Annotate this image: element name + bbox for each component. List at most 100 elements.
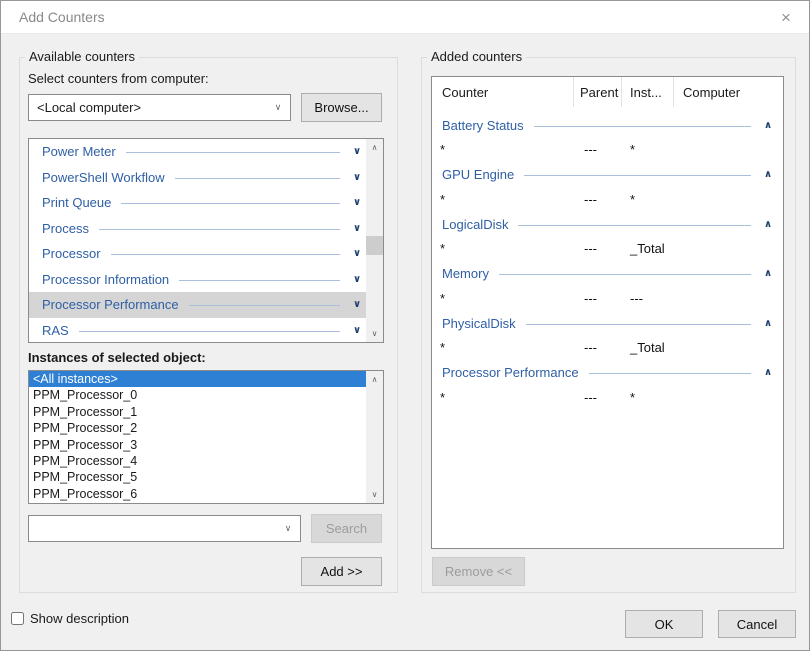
instances-scrollbar[interactable]: ∧ ∨: [366, 371, 383, 503]
cancel-button[interactable]: Cancel: [718, 610, 796, 638]
counters-list-items: Power Meter ∨ PowerShell Workflow ∨ Prin…: [29, 139, 366, 343]
instance-list-item[interactable]: PPM_Processor_0: [29, 387, 366, 403]
chevron-down-icon[interactable]: ∨: [276, 523, 300, 534]
scroll-up-icon[interactable]: ∧: [366, 139, 383, 156]
added-group-values-row[interactable]: * --- _Total: [432, 336, 783, 359]
added-counter-group[interactable]: Memory ∧ * --- ---: [432, 261, 783, 311]
dotted-rule: [78, 330, 340, 332]
instance-list-item[interactable]: PPM_Processor_2: [29, 420, 366, 436]
instance-list-item[interactable]: PPM_Processor_3: [29, 437, 366, 453]
chevron-down-icon[interactable]: ∨: [350, 299, 364, 310]
ok-button[interactable]: OK: [625, 610, 703, 638]
added-group-header[interactable]: Processor Performance ∧: [432, 360, 783, 386]
added-group-name: Battery Status: [442, 117, 524, 133]
close-icon[interactable]: ×: [773, 5, 799, 31]
dotted-rule: [498, 274, 751, 275]
added-group-header[interactable]: LogicalDisk ∧: [432, 211, 783, 237]
instance-list-item[interactable]: PPM_Processor_5: [29, 469, 366, 485]
instance-label: PPM_Processor_0: [33, 388, 138, 403]
added-counter-group[interactable]: Battery Status ∧ * --- *: [432, 112, 783, 162]
chevron-down-icon[interactable]: ∨: [266, 102, 290, 113]
remove-button[interactable]: Remove <<: [432, 557, 525, 586]
show-description-checkbox[interactable]: [11, 612, 24, 625]
added-group-header[interactable]: Memory ∧: [432, 261, 783, 287]
add-counters-dialog: Add Counters × Available counters Added …: [0, 0, 810, 651]
instances-list-items: <All instances> PPM_Processor_0 PPM_Proc…: [29, 371, 366, 502]
counter-name: Print Queue: [42, 195, 112, 211]
column-header-instance[interactable]: Inst...: [622, 77, 674, 107]
counter-list-item[interactable]: Process ∨: [29, 216, 366, 242]
chevron-down-icon[interactable]: ∨: [350, 325, 364, 336]
instances-list[interactable]: <All instances> PPM_Processor_0 PPM_Proc…: [28, 370, 384, 504]
scroll-down-icon[interactable]: ∨: [366, 486, 383, 503]
chevron-up-icon[interactable]: ∧: [761, 367, 775, 378]
cell-parent: ---: [584, 340, 597, 355]
chevron-down-icon[interactable]: ∨: [350, 197, 364, 208]
counter-list-item[interactable]: Processor Performance ∨: [29, 292, 366, 318]
column-header-parent[interactable]: Parent: [574, 77, 622, 107]
cell-inst: _Total: [630, 340, 665, 355]
instance-list-item[interactable]: PPM_Processor_4: [29, 453, 366, 469]
instance-search-combo[interactable]: ∨: [28, 515, 301, 542]
counter-name: Process: [42, 220, 89, 236]
counter-list-item[interactable]: Processor ∨: [29, 241, 366, 267]
added-group-header[interactable]: Battery Status ∧: [432, 112, 783, 138]
select-computer-label: Select counters from computer:: [28, 71, 209, 86]
instance-label: <All instances>: [33, 372, 118, 386]
instance-list-item[interactable]: PPM_Processor_1: [29, 404, 366, 420]
cell-counter: *: [440, 142, 446, 157]
browse-button[interactable]: Browse...: [301, 93, 382, 122]
counters-list[interactable]: Power Meter ∨ PowerShell Workflow ∨ Prin…: [28, 138, 384, 343]
counter-name: Processor Information: [42, 271, 170, 287]
counter-list-item[interactable]: RAS ∨: [29, 318, 366, 343]
added-group-values-row[interactable]: * --- ---: [432, 287, 783, 310]
chevron-down-icon[interactable]: ∨: [350, 248, 364, 259]
column-header-computer[interactable]: Computer: [674, 77, 783, 107]
added-group-name: GPU Engine: [442, 167, 515, 182]
cell-parent: ---: [584, 241, 597, 256]
scroll-down-icon[interactable]: ∨: [366, 325, 383, 342]
chevron-down-icon[interactable]: ∨: [350, 146, 364, 157]
chevron-up-icon[interactable]: ∧: [761, 169, 775, 180]
dialog-title: Add Counters: [19, 9, 105, 25]
counter-list-item[interactable]: Processor Information ∨: [29, 267, 366, 293]
added-group-values-row[interactable]: * --- *: [432, 188, 783, 211]
added-group-header[interactable]: PhysicalDisk ∧: [432, 310, 783, 336]
chevron-down-icon[interactable]: ∨: [350, 172, 364, 183]
instance-list-item[interactable]: <All instances>: [29, 371, 366, 388]
counter-list-item[interactable]: Print Queue ∨: [29, 190, 366, 216]
added-group-values-row[interactable]: * --- _Total: [432, 237, 783, 260]
add-button[interactable]: Add >>: [301, 557, 382, 586]
added-group-values-row[interactable]: * --- *: [432, 386, 783, 409]
show-description-label[interactable]: Show description: [30, 611, 129, 626]
chevron-up-icon[interactable]: ∧: [761, 318, 775, 329]
cell-inst: *: [630, 191, 636, 207]
added-group-values-row[interactable]: * --- *: [432, 138, 783, 161]
instance-list-item[interactable]: PPM_Processor_6: [29, 486, 366, 502]
chevron-up-icon[interactable]: ∧: [761, 268, 775, 279]
added-counters-group-label: Added counters: [427, 49, 527, 64]
chevron-up-icon[interactable]: ∧: [761, 219, 775, 230]
added-counter-group[interactable]: LogicalDisk ∧ * --- _Total: [432, 211, 783, 261]
added-counter-group[interactable]: GPU Engine ∧ * --- *: [432, 162, 783, 212]
counters-scrollbar[interactable]: ∧ ∨: [366, 139, 383, 342]
chevron-down-icon[interactable]: ∨: [350, 274, 364, 285]
cell-counter: *: [440, 389, 446, 405]
added-table-header: Counter Parent Inst... Computer: [432, 77, 783, 107]
scroll-thumb[interactable]: [366, 236, 383, 255]
computer-combo[interactable]: <Local computer> ∨: [28, 94, 291, 121]
column-header-counter[interactable]: Counter: [432, 77, 574, 107]
added-group-header[interactable]: GPU Engine ∧: [432, 162, 783, 188]
counter-list-item[interactable]: PowerShell Workflow ∨: [29, 165, 366, 191]
show-description-row: Show description: [11, 611, 129, 626]
cell-parent: ---: [584, 142, 597, 157]
scroll-up-icon[interactable]: ∧: [366, 371, 383, 388]
search-button[interactable]: Search: [311, 514, 382, 543]
chevron-up-icon[interactable]: ∧: [761, 120, 775, 131]
dotted-rule: [125, 152, 340, 154]
added-counter-group[interactable]: Processor Performance ∧ * --- *: [432, 360, 783, 410]
chevron-down-icon[interactable]: ∨: [350, 223, 364, 234]
counter-name: Processor Performance: [42, 297, 179, 313]
counter-list-item[interactable]: Power Meter ∨: [29, 139, 366, 165]
added-counter-group[interactable]: PhysicalDisk ∧ * --- _Total: [432, 310, 783, 360]
